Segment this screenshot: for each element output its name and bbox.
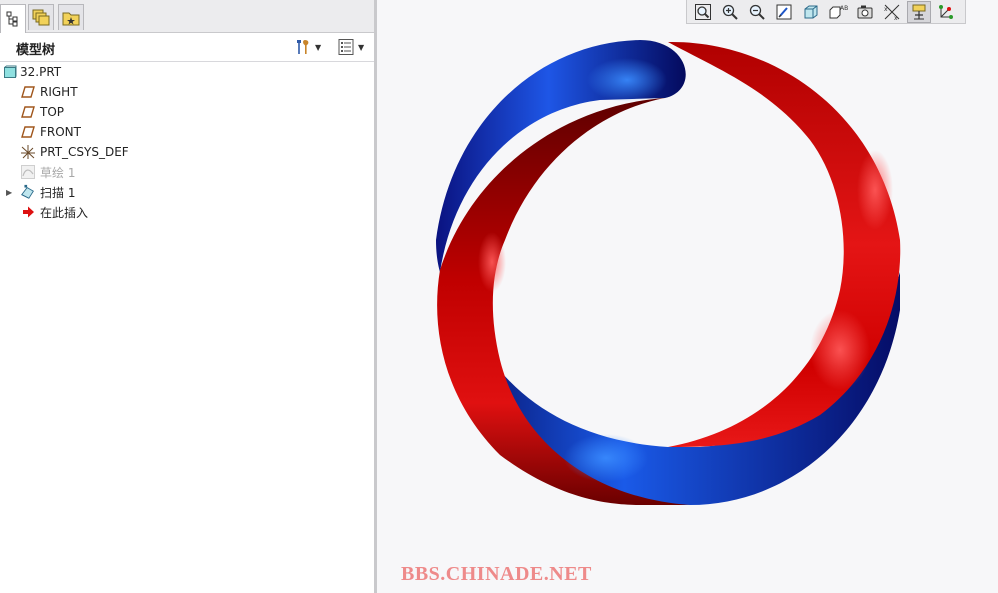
tools-icon <box>297 40 309 54</box>
model-tree-header: 模型树 ▼ ▼ <box>0 33 374 62</box>
sweep-ring-model[interactable] <box>377 0 998 593</box>
spin-center-button[interactable] <box>907 0 931 23</box>
refit-icon <box>695 3 711 20</box>
graphics-viewport[interactable]: BBS.CHINADE.NET <box>377 0 998 593</box>
zoom-in-button[interactable] <box>718 1 742 23</box>
red-highlight <box>478 232 506 292</box>
tree-item-sweep[interactable]: ▶ 扫描 1 <box>0 182 374 202</box>
red-highlight <box>810 310 870 390</box>
view-manager-icon <box>857 5 873 18</box>
repaint-button[interactable] <box>772 1 796 23</box>
svg-text:x: x <box>884 6 888 13</box>
annotation-display-icon <box>939 4 953 19</box>
tree-item-label: PRT_CSYS_DEF <box>40 145 129 159</box>
tab-model-tree[interactable] <box>0 4 26 33</box>
saved-views-button[interactable]: AB <box>826 1 850 23</box>
sketch-icon <box>20 164 36 180</box>
tree-item-front-plane[interactable]: FRONT <box>0 122 374 142</box>
tree-item-label: FRONT <box>40 125 81 139</box>
view-toolbar: AB x x <box>686 0 966 24</box>
watermark-text: BBS.CHINADE.NET <box>401 563 592 585</box>
datum-plane-icon <box>20 84 36 100</box>
tree-item-label: 扫描 1 <box>40 185 76 200</box>
zoom-in-icon <box>722 4 738 20</box>
spin-center-icon <box>912 4 926 19</box>
app-window: 模型树 ▼ ▼ 32.PRT RIGHT TOP FRONT PRT_CSYS_… <box>0 0 998 593</box>
tree-item-top-plane[interactable]: TOP <box>0 102 374 122</box>
model-tree-panel: 模型树 ▼ ▼ 32.PRT RIGHT TOP FRONT PRT_CSYS_… <box>0 0 377 593</box>
tree-item-label: TOP <box>40 105 65 119</box>
tree-item-label: 32.PRT <box>20 65 62 79</box>
model-tree-title: 模型树 <box>16 43 56 58</box>
list-settings-icon <box>338 39 354 55</box>
tree-item-label: 草绘 1 <box>40 165 76 180</box>
red-highlight <box>857 150 893 230</box>
tree-item-sketch[interactable]: 草绘 1 <box>0 162 374 182</box>
tree-item-csys[interactable]: PRT_CSYS_DEF <box>0 142 374 162</box>
tree-item-label: RIGHT <box>40 85 78 99</box>
repaint-icon <box>776 4 792 19</box>
model-tree-icon <box>6 11 18 27</box>
folder-favorites-icon <box>62 12 80 25</box>
layers-icon <box>32 9 50 25</box>
chevron-down-icon: ▼ <box>315 42 322 52</box>
tab-favorites-folder[interactable] <box>58 4 84 30</box>
csys-icon <box>20 144 36 160</box>
blue-highlight <box>564 434 648 482</box>
datum-plane-icon <box>20 104 36 120</box>
model-tree: 32.PRT RIGHT TOP FRONT PRT_CSYS_DEF 草绘 1… <box>0 62 374 222</box>
svg-text:AB: AB <box>840 5 848 12</box>
blue-highlight <box>587 58 667 102</box>
datum-display-icon: x x <box>884 4 900 21</box>
sweep-icon <box>20 184 36 200</box>
part-icon <box>2 64 18 80</box>
display-style-button[interactable] <box>799 1 823 23</box>
tab-layers[interactable] <box>28 4 54 30</box>
tree-item-label: 在此插入 <box>40 205 89 220</box>
view-manager-button[interactable] <box>853 1 877 23</box>
saved-views-icon: AB <box>829 5 848 18</box>
tree-item-insert-here[interactable]: 在此插入 <box>0 202 374 222</box>
chevron-down-icon: ▼ <box>358 42 365 52</box>
svg-text:x: x <box>894 15 898 21</box>
datum-plane-icon <box>20 124 36 140</box>
tree-item-right-plane[interactable]: RIGHT <box>0 82 374 102</box>
tree-show-button[interactable]: ▼ <box>337 37 364 57</box>
annotation-display-button[interactable] <box>934 1 958 23</box>
navigator-tab-bar <box>0 0 374 33</box>
tree-settings-button[interactable]: ▼ <box>294 37 321 57</box>
datum-display-button[interactable]: x x <box>880 1 904 23</box>
zoom-out-button[interactable] <box>745 1 769 23</box>
zoom-out-icon <box>749 4 765 20</box>
display-style-icon <box>804 5 818 18</box>
refit-button[interactable] <box>691 1 715 23</box>
expand-arrow-icon[interactable]: ▶ <box>6 188 12 197</box>
tree-item-part[interactable]: 32.PRT <box>0 62 374 82</box>
insert-here-arrow-icon <box>20 204 36 220</box>
